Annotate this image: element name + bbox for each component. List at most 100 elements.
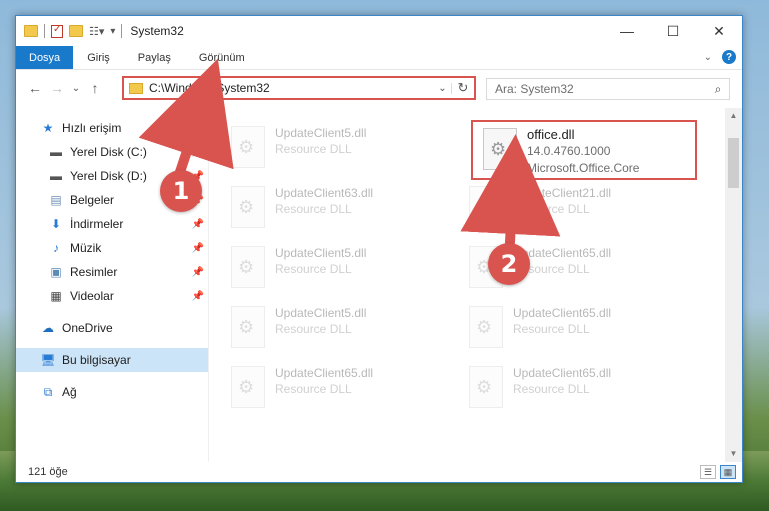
pin-icon[interactable]: 📌 <box>192 219 204 230</box>
new-folder-icon[interactable] <box>69 25 83 37</box>
recent-locations-icon[interactable]: ⌄ <box>68 83 84 94</box>
sidebar-item-videos[interactable]: ▦ Videolar 📌 <box>16 284 208 308</box>
address-path[interactable]: C:\Windows\System32 <box>149 81 434 95</box>
dll-file-icon <box>231 306 265 348</box>
navigation-bar: ← → ⌄ ↑ C:\Windows\System32 ⌄ ↻ Ara: Sys… <box>16 70 742 106</box>
pin-icon[interactable]: 📌 <box>192 267 204 278</box>
minimize-button[interactable]: — <box>604 16 650 46</box>
scroll-up-icon[interactable]: ▲ <box>725 108 742 124</box>
sidebar-item-label: Belgeler <box>70 193 115 207</box>
file-name: office.dll <box>527 127 575 142</box>
sidebar-item-label: Müzik <box>70 241 102 255</box>
sidebar-item-quick-access[interactable]: ★ Hızlı erişim <box>16 116 208 140</box>
sidebar-item-label: İndirmeler <box>70 217 124 231</box>
list-item[interactable]: UpdateClient65.dllResource DLL <box>221 360 449 416</box>
search-icon[interactable]: ⌕ <box>707 82 729 97</box>
customize-toolbar-icon[interactable]: ☷▾ <box>89 25 104 38</box>
sidebar-item-drive-c[interactable]: ▬ Yerel Disk (C:) 📌 <box>16 140 208 164</box>
sidebar-item-label: Resimler <box>70 265 118 279</box>
dll-file-icon <box>469 186 503 228</box>
documents-icon: ▤ <box>50 193 62 207</box>
search-input[interactable]: Ara: System32 <box>495 82 707 96</box>
list-item[interactable]: UpdateClient65.dllResource DLL <box>459 360 687 416</box>
sidebar-item-this-pc[interactable]: 🖥 Bu bilgisayar <box>16 348 208 372</box>
details-view-icon[interactable]: ☰ <box>700 465 716 479</box>
divider <box>121 24 123 38</box>
list-item[interactable]: UpdateClient65.dllResource DLL <box>459 300 687 356</box>
address-bar[interactable]: C:\Windows\System32 ⌄ ↻ <box>122 76 476 100</box>
title-bar: ☷▾ ▾ System32 — ☐ ✕ <box>16 16 742 46</box>
sidebar-item-label: Videolar <box>70 289 114 303</box>
list-item[interactable]: UpdateClient21.dllResource DLL <box>459 180 687 236</box>
highlighted-file-office-dll[interactable]: office.dll 14.0.4760.1000 Microsoft.Offi… <box>471 120 697 180</box>
pin-icon[interactable]: 📌 <box>192 147 204 158</box>
properties-icon[interactable] <box>51 24 63 38</box>
pin-icon[interactable]: 📌 <box>192 291 204 302</box>
forward-button[interactable]: → <box>46 80 68 96</box>
sidebar-item-network[interactable]: ⧉ Ağ <box>16 380 208 404</box>
close-button[interactable]: ✕ <box>696 16 742 46</box>
refresh-icon[interactable]: ↻ <box>452 80 474 96</box>
item-count: 121 öğe <box>28 466 68 478</box>
dll-file-icon <box>231 126 265 168</box>
videos-icon: ▦ <box>50 289 62 303</box>
address-dropdown-icon[interactable]: ⌄ <box>434 82 452 94</box>
step-badge-2: 2 <box>488 243 530 285</box>
dll-file-icon <box>483 128 517 170</box>
cloud-icon: ☁ <box>42 321 54 335</box>
step-badge-1: 1 <box>160 170 202 212</box>
dropdown-icon[interactable]: ▾ <box>110 26 115 37</box>
tab-file[interactable]: Dosya <box>16 46 74 69</box>
file-list: UpdateClient5.dllResource DLL UpdateClie… <box>209 108 742 462</box>
divider <box>44 24 45 38</box>
search-box[interactable]: Ara: System32 ⌕ <box>486 78 730 100</box>
sidebar-item-music[interactable]: ♪ Müzik 📌 <box>16 236 208 260</box>
dll-file-icon <box>231 186 265 228</box>
file-version: 14.0.4760.1000 <box>527 144 611 158</box>
scroll-down-icon[interactable]: ▼ <box>725 446 742 462</box>
download-icon: ⬇ <box>50 217 62 231</box>
window-title: System32 <box>130 24 184 38</box>
list-item[interactable]: UpdateClient5.dllResource DLL <box>221 120 449 176</box>
expand-ribbon-icon[interactable]: ⌄ <box>704 52 712 63</box>
drive-icon: ▬ <box>50 145 62 159</box>
tab-home[interactable]: Giriş <box>73 46 124 69</box>
sidebar-item-label: Bu bilgisayar <box>62 353 131 367</box>
dll-file-icon <box>231 246 265 288</box>
tab-share[interactable]: Paylaş <box>124 46 185 69</box>
dll-file-icon <box>469 366 503 408</box>
tab-view[interactable]: Görünüm <box>185 46 259 69</box>
pin-icon[interactable]: 📌 <box>192 243 204 254</box>
help-icon[interactable]: ? <box>722 50 736 64</box>
list-item[interactable]: UpdateClient5.dllResource DLL <box>221 300 449 356</box>
list-item[interactable]: UpdateClient5.dllResource DLL <box>221 240 449 296</box>
sidebar-item-pictures[interactable]: ▣ Resimler 📌 <box>16 260 208 284</box>
file-explorer-window: ☷▾ ▾ System32 — ☐ ✕ Dosya Giriş Paylaş G… <box>15 15 743 483</box>
sidebar-item-onedrive[interactable]: ☁ OneDrive <box>16 316 208 340</box>
sidebar-item-label: Hızlı erişim <box>62 121 122 135</box>
sidebar-item-label: Yerel Disk (C:) <box>70 145 147 159</box>
sidebar-item-label: OneDrive <box>62 321 113 335</box>
sidebar-item-downloads[interactable]: ⬇ İndirmeler 📌 <box>16 212 208 236</box>
quick-access-toolbar: ☷▾ ▾ <box>16 24 123 38</box>
ribbon-right-controls: ⌄ ? <box>704 50 736 64</box>
star-icon: ★ <box>42 121 54 135</box>
maximize-button[interactable]: ☐ <box>650 16 696 46</box>
drive-icon: ▬ <box>50 169 62 183</box>
content-area: ★ Hızlı erişim ▬ Yerel Disk (C:) 📌 ▬ Yer… <box>16 108 742 462</box>
status-bar: 121 öğe ☰ ▦ <box>16 462 742 482</box>
vertical-scrollbar[interactable]: ▲ ▼ <box>725 108 742 462</box>
tiles-view-icon[interactable]: ▦ <box>720 465 736 479</box>
navigation-pane: ★ Hızlı erişim ▬ Yerel Disk (C:) 📌 ▬ Yer… <box>16 108 209 462</box>
folder-icon[interactable] <box>24 25 38 37</box>
computer-icon: 🖥 <box>40 353 56 367</box>
network-icon: ⧉ <box>43 384 53 399</box>
dll-file-icon <box>469 306 503 348</box>
up-button[interactable]: ↑ <box>84 80 106 96</box>
back-button[interactable]: ← <box>24 80 46 96</box>
scroll-thumb[interactable] <box>728 138 739 188</box>
pictures-icon: ▣ <box>50 265 62 279</box>
list-item[interactable]: UpdateClient63.dllResource DLL <box>221 180 449 236</box>
sidebar-item-label: Ağ <box>62 385 77 399</box>
sidebar-item-label: Yerel Disk (D:) <box>70 169 147 183</box>
